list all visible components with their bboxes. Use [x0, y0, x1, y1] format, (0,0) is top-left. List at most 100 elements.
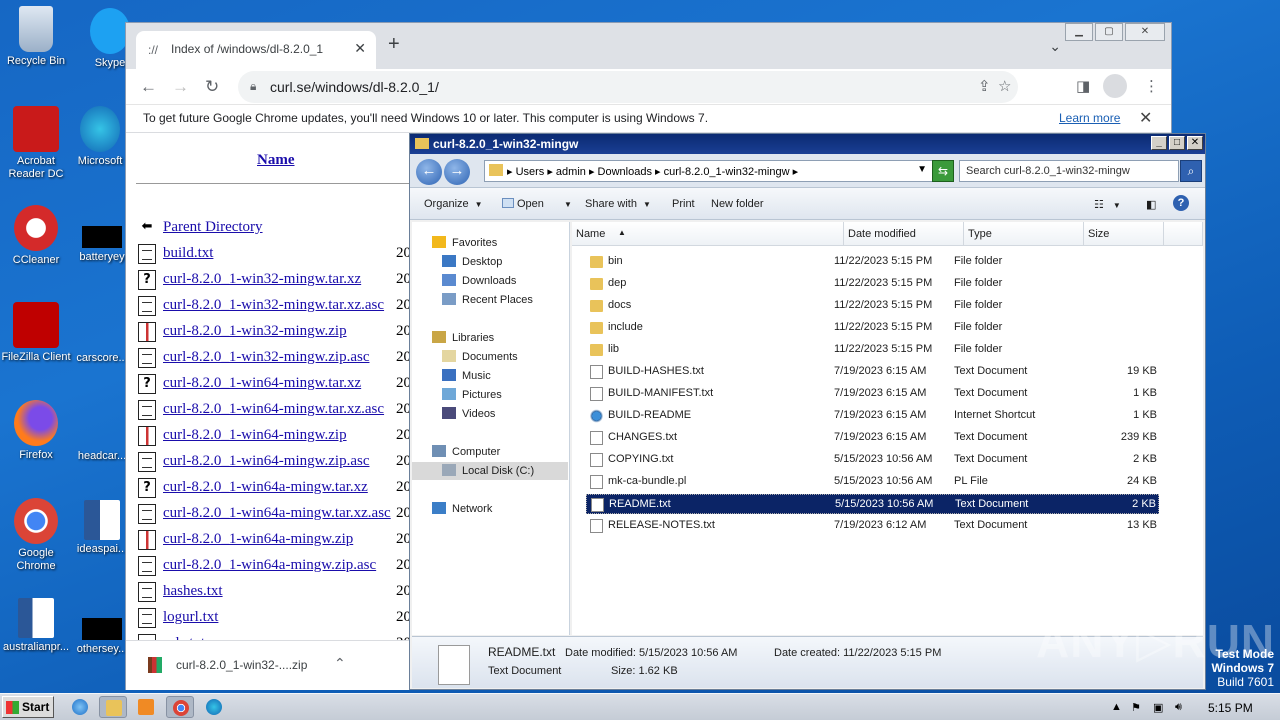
- reload-button[interactable]: ↻: [205, 77, 219, 97]
- tray-flag-icon[interactable]: ⚑: [1131, 701, 1141, 714]
- open-button[interactable]: Open: [502, 198, 544, 210]
- file-row[interactable]: mk-ca-bundle.pl 5/15/2023 10:56 AM PL File…: [586, 472, 1159, 492]
- print-button[interactable]: Print: [672, 198, 695, 210]
- file-row[interactable]: BUILD-MANIFEST.txt 7/19/2023 6:15 AM Text …: [586, 384, 1159, 404]
- nav-item[interactable]: Libraries: [412, 329, 568, 347]
- taskbar-media-player[interactable]: [132, 696, 160, 718]
- desktop-icon-microsoft-edge[interactable]: Microsoft: [70, 106, 130, 168]
- close-window-button[interactable]: ✕: [1125, 23, 1165, 41]
- maximize-button[interactable]: □: [1169, 136, 1185, 150]
- file-link[interactable]: curl-8.2.0_1-win32-mingw.zip.asc: [163, 349, 369, 366]
- file-row[interactable]: BUILD-HASHES.txt 7/19/2023 6:15 AM Text Do…: [586, 362, 1159, 382]
- nav-item[interactable]: Documents: [412, 348, 568, 366]
- nav-item[interactable]: Music: [412, 367, 568, 385]
- nav-item[interactable]: Favorites: [412, 234, 568, 252]
- close-infobar-icon[interactable]: ✕: [1139, 108, 1152, 128]
- search-icon[interactable]: ⌕: [1180, 160, 1202, 182]
- file-link[interactable]: curl-8.2.0_1-win64a-mingw.zip.asc: [163, 557, 376, 574]
- file-link[interactable]: logurl.txt: [163, 609, 218, 626]
- taskbar-ie[interactable]: [66, 696, 94, 718]
- desktop-icon-filezilla[interactable]: FileZilla Client: [0, 302, 72, 364]
- desktop-icon-ideaspai[interactable]: ideaspai...: [72, 500, 132, 556]
- desktop-icon-othersey[interactable]: othersey...: [72, 618, 132, 656]
- file-row[interactable]: include 11/22/2023 5:15 PM File folder: [586, 318, 1159, 338]
- file-link[interactable]: curl-8.2.0_1-win64a-mingw.zip: [163, 531, 353, 548]
- nav-item[interactable]: Local Disk (C:): [412, 462, 568, 480]
- tab-search-chevron-icon[interactable]: ⌄: [1049, 38, 1061, 55]
- column-header-type[interactable]: Type: [964, 222, 1084, 246]
- side-panel-icon[interactable]: ◨: [1076, 77, 1090, 95]
- desktop-icon-australianpr[interactable]: australianpr...: [0, 598, 72, 654]
- file-link[interactable]: curl-8.2.0_1-win64-mingw.zip: [163, 427, 347, 444]
- download-item[interactable]: curl-8.2.0_1-win32-....zip: [176, 658, 307, 672]
- file-row[interactable]: BUILD-README 7/19/2023 6:15 AM Internet Sh…: [586, 406, 1159, 426]
- dropdown-arrow-icon[interactable]: ▼: [917, 164, 927, 175]
- forward-arrow-icon[interactable]: →: [444, 159, 470, 185]
- nav-item[interactable]: Computer: [412, 443, 568, 461]
- file-row-selected[interactable]: README.txt 5/15/2023 10:56 AM Text Documen…: [586, 494, 1159, 514]
- file-row[interactable]: docs 11/22/2023 5:15 PM File folder: [586, 296, 1159, 316]
- nav-item[interactable]: Network: [412, 500, 568, 518]
- file-link[interactable]: build.txt: [163, 245, 213, 262]
- address-bar[interactable]: 🔒︎ curl.se/windows/dl-8.2.0_1/ ⇪ ☆: [238, 71, 1018, 103]
- column-header-name[interactable]: Name ▲: [572, 222, 844, 246]
- file-link[interactable]: curl-8.2.0_1-win64a-mingw.tar.xz: [163, 479, 368, 496]
- learn-more-link[interactable]: Learn more: [1059, 111, 1120, 125]
- nav-item[interactable]: Desktop: [412, 253, 568, 271]
- chevron-up-icon[interactable]: ⌃: [334, 655, 346, 672]
- nav-item[interactable]: Pictures: [412, 386, 568, 404]
- forward-button[interactable]: →: [172, 77, 189, 97]
- file-row[interactable]: lib 11/22/2023 5:15 PM File folder: [586, 340, 1159, 360]
- file-link[interactable]: curl-8.2.0_1-win64-mingw.tar.xz.asc: [163, 401, 384, 418]
- file-row[interactable]: RELEASE-NOTES.txt 7/19/2023 6:12 AM Text D…: [586, 516, 1159, 536]
- nav-item[interactable]: Recent Places: [412, 291, 568, 309]
- file-row[interactable]: dep 11/22/2023 5:15 PM File folder: [586, 274, 1159, 294]
- file-link[interactable]: curl-8.2.0_1-win32-mingw.zip: [163, 323, 347, 340]
- back-button[interactable]: ←: [140, 77, 157, 97]
- help-icon[interactable]: ?: [1173, 195, 1189, 211]
- breadcrumb[interactable]: ▸ Users ▸ admin ▸ Downloads ▸ curl-8.2.0…: [484, 160, 934, 182]
- desktop-icon-firefox[interactable]: Firefox: [0, 400, 72, 462]
- column-header-size[interactable]: Size: [1084, 222, 1164, 246]
- back-arrow-icon[interactable]: ←: [416, 159, 442, 185]
- column-header-date[interactable]: Date modified: [844, 222, 964, 246]
- browser-tab[interactable]: :// Index of /windows/dl-8.2.0_1 ✕: [136, 31, 376, 69]
- file-link[interactable]: curl-8.2.0_1-win64a-mingw.tar.xz.asc: [163, 505, 391, 522]
- file-link[interactable]: hashes.txt: [163, 583, 223, 600]
- maximize-button[interactable]: ▢: [1095, 23, 1123, 41]
- nav-item[interactable]: Videos: [412, 405, 568, 423]
- desktop-icon-batteryey[interactable]: batteryey: [72, 226, 132, 264]
- bookmark-star-icon[interactable]: ☆: [998, 77, 1011, 95]
- taskbar-chrome[interactable]: [166, 696, 194, 718]
- share-icon[interactable]: ⇪: [978, 77, 991, 95]
- start-button[interactable]: Start: [2, 696, 54, 718]
- name-column-header[interactable]: Name: [257, 152, 295, 169]
- minimize-button[interactable]: _: [1151, 136, 1167, 150]
- desktop-icon-recycle-bin[interactable]: Recycle Bin: [0, 6, 72, 68]
- views-icon[interactable]: ☷ ▼: [1094, 198, 1121, 211]
- file-link[interactable]: curl-8.2.0_1-win64-mingw.tar.xz: [163, 375, 361, 392]
- desktop-icon-ccleaner[interactable]: CCleaner: [0, 205, 72, 267]
- preview-pane-icon[interactable]: ◧: [1146, 198, 1156, 211]
- clock[interactable]: 5:15 PM: [1208, 701, 1253, 715]
- volume-icon[interactable]: 🔊︎: [1175, 701, 1182, 714]
- profile-avatar[interactable]: [1103, 74, 1127, 98]
- file-link[interactable]: curl-8.2.0_1-win32-mingw.tar.xz: [163, 271, 361, 288]
- desktop-icon-carscore[interactable]: carscore...: [72, 352, 132, 365]
- close-button[interactable]: ✕: [1187, 136, 1203, 150]
- share-with-menu[interactable]: Share with ▼: [585, 198, 651, 210]
- open-dropdown-icon[interactable]: ▼: [558, 198, 572, 210]
- file-row[interactable]: CHANGES.txt 7/19/2023 6:15 AM Text Documen…: [586, 428, 1159, 448]
- organize-menu[interactable]: Organize ▼: [424, 198, 483, 210]
- file-link[interactable]: curl-8.2.0_1-win64-mingw.zip.asc: [163, 453, 369, 470]
- desktop-icon-headcar[interactable]: headcar...: [72, 450, 132, 463]
- refresh-button[interactable]: ⇆: [932, 160, 954, 182]
- file-link[interactable]: Parent Directory: [163, 219, 263, 236]
- network-icon[interactable]: ▣: [1153, 701, 1163, 714]
- file-link[interactable]: curl-8.2.0_1-win32-mingw.tar.xz.asc: [163, 297, 384, 314]
- file-row[interactable]: bin 11/22/2023 5:15 PM File folder: [586, 252, 1159, 272]
- search-input[interactable]: Search curl-8.2.0_1-win32-mingw: [959, 160, 1179, 182]
- new-folder-button[interactable]: New folder: [711, 198, 764, 210]
- taskbar-explorer[interactable]: [99, 696, 127, 718]
- menu-kebab-icon[interactable]: ⋮: [1144, 77, 1159, 95]
